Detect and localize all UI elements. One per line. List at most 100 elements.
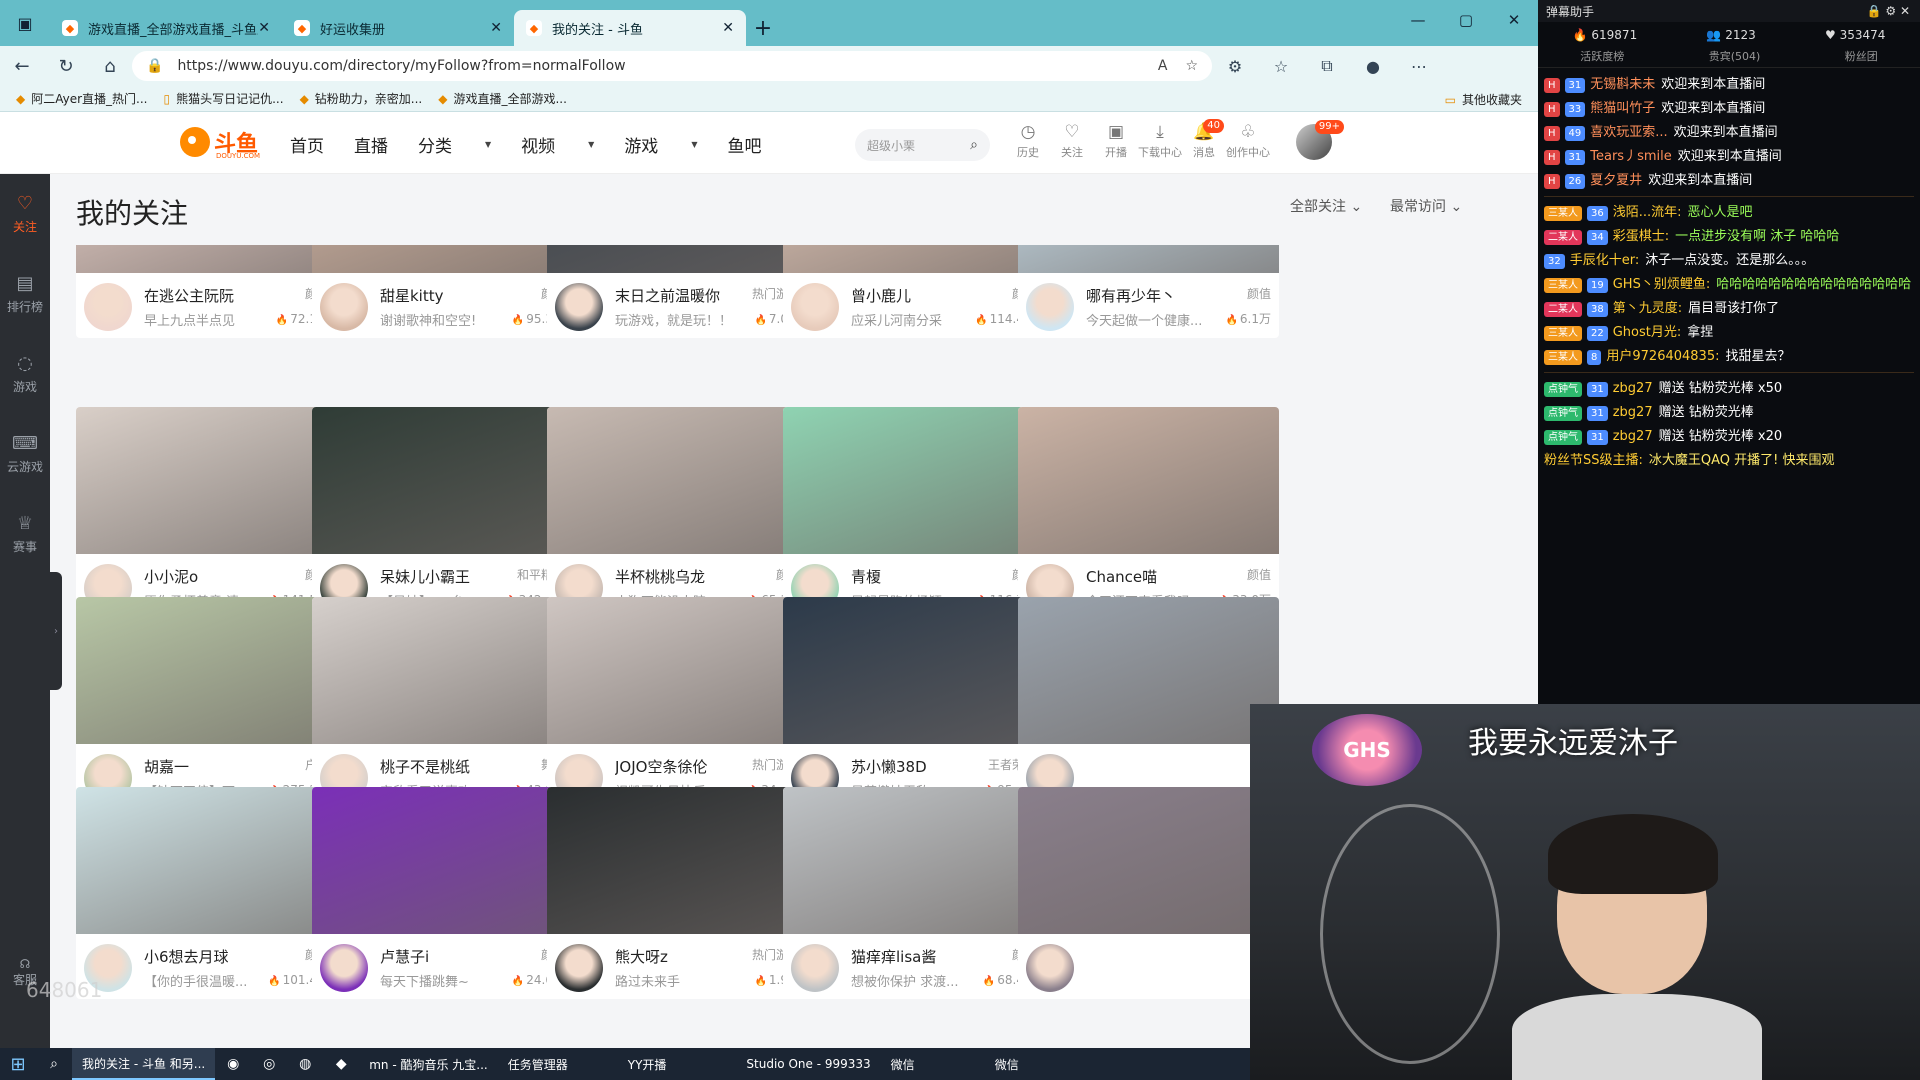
stream-card[interactable]: 末日之前温暖你热门游戏玩游戏，就是玩！！7.0万 bbox=[547, 245, 808, 338]
nav-category[interactable]: 分类 ▼ bbox=[418, 132, 491, 157]
tab-fans[interactable]: 粉丝团 bbox=[1845, 48, 1878, 67]
bookmark-item[interactable]: ▯ 熊猫头写日记记仇... bbox=[164, 90, 284, 107]
stream-thumbnail[interactable] bbox=[312, 407, 573, 554]
creator-button[interactable]: ♧ 创作中心 bbox=[1226, 122, 1270, 160]
streamer-name[interactable]: 末日之前温暖你 bbox=[615, 285, 755, 306]
taskbar-item[interactable]: 我的关注 - 斗鱼 和另... bbox=[72, 1048, 216, 1080]
streamer-name[interactable]: 曾小鹿儿 bbox=[851, 285, 991, 306]
search-input[interactable]: 超级小栗 ⌕ bbox=[855, 129, 990, 161]
url-field[interactable]: 🔒 https://www.douyu.com/directory/myFoll… bbox=[132, 51, 1212, 81]
new-tab-button[interactable]: + bbox=[746, 10, 780, 46]
nav-live[interactable]: 直播 bbox=[354, 132, 388, 157]
close-icon[interactable]: ✕ bbox=[490, 20, 502, 36]
stream-thumbnail[interactable] bbox=[312, 787, 573, 934]
streamer-name[interactable]: 熊大呀z bbox=[615, 946, 755, 967]
stream-thumbnail[interactable] bbox=[783, 245, 1044, 273]
stream-card[interactable]: 青榎颜值早起晨跑的杨颖~116.7万 bbox=[783, 407, 1044, 619]
stream-card[interactable]: 小小泥o颜值愿你勇怀善意 清...141.5万 bbox=[76, 407, 337, 619]
stream-thumbnail[interactable] bbox=[783, 597, 1044, 744]
stream-card[interactable]: 哪有再少年丶 颜值今天起做一个健康... 6.1万 bbox=[1018, 245, 1279, 338]
streamer-avatar[interactable] bbox=[1026, 944, 1074, 992]
sidebar-item-match[interactable]: ♕ 赛事 bbox=[0, 494, 50, 574]
stream-card[interactable]: Chance喵颜值今天还不来看我吗~33.0万 bbox=[1018, 407, 1279, 619]
follow-button[interactable]: ♡ 关注 bbox=[1050, 122, 1094, 160]
maximize-icon[interactable]: ▢ bbox=[1442, 0, 1490, 40]
tab-vip[interactable]: 贵宾(504) bbox=[1709, 48, 1761, 67]
stream-card[interactable]: 胡嘉一户外【钻石四倍】下...275.2万 bbox=[76, 597, 337, 809]
app-icon[interactable]: ◆ bbox=[323, 1056, 359, 1072]
firefox-icon[interactable]: ◍ bbox=[287, 1056, 323, 1072]
stream-thumbnail[interactable] bbox=[783, 407, 1044, 554]
stream-thumbnail[interactable] bbox=[1018, 407, 1279, 554]
search-icon[interactable]: ⌕ bbox=[970, 137, 978, 153]
gear-icon[interactable]: ⚙ bbox=[1885, 4, 1896, 18]
tab-2[interactable]: ◆ 我的关注 - 斗鱼 ✕ bbox=[514, 10, 746, 46]
read-aloud-icon[interactable]: A bbox=[1158, 58, 1168, 74]
taskbar-item[interactable]: Studio One - 999333 bbox=[736, 1048, 880, 1080]
stream-card[interactable] bbox=[1018, 787, 1279, 999]
favorites-icon[interactable]: ☆ bbox=[1258, 57, 1304, 76]
streamer-avatar[interactable] bbox=[791, 944, 839, 992]
taskbar-item[interactable]: 微信 bbox=[985, 1048, 1029, 1080]
stream-card[interactable] bbox=[1018, 597, 1279, 809]
sidebar-item-follow[interactable]: ♡ 关注 bbox=[0, 174, 50, 254]
streamer-name[interactable]: 在逃公主阮阮 bbox=[144, 285, 284, 306]
history-button[interactable]: ◷ 历史 bbox=[1006, 122, 1050, 160]
nav-fishbar[interactable]: 鱼吧 bbox=[727, 132, 761, 157]
download-button[interactable]: ⤓ 下载中心 bbox=[1138, 122, 1182, 160]
streamer-name[interactable]: 哪有再少年丶 bbox=[1086, 285, 1226, 306]
bookmark-item[interactable]: ◆ 游戏直播_全部游戏... bbox=[438, 90, 567, 107]
streamer-avatar[interactable] bbox=[84, 283, 132, 331]
sidebar-item-ranking[interactable]: ▤ 排行榜 bbox=[0, 254, 50, 334]
streamer-name[interactable]: 呆妹儿小霸王 bbox=[380, 566, 520, 587]
streamer-name[interactable]: 卢慧子i bbox=[380, 946, 520, 967]
streamer-name[interactable]: 小6想去月球 bbox=[144, 946, 284, 967]
refresh-icon[interactable]: ↻ bbox=[44, 46, 88, 86]
collections-icon[interactable]: ⧉ bbox=[1304, 56, 1350, 76]
windows-start-icon[interactable]: ⊞ bbox=[0, 1054, 36, 1075]
filter-most-visited[interactable]: 最常访问 ⌄ bbox=[1390, 196, 1462, 216]
streamer-name[interactable]: Chance喵 bbox=[1086, 566, 1226, 587]
search-icon[interactable]: ⌕ bbox=[36, 1056, 72, 1072]
sidebar-item-game[interactable]: ◌ 游戏 bbox=[0, 334, 50, 414]
streamer-name[interactable]: 猫痒痒lisa酱 bbox=[851, 946, 991, 967]
stream-card[interactable]: 桃子不是桃纸舞蹈安欣看了说喜欢43.9万 bbox=[312, 597, 573, 809]
stream-card[interactable]: 卢慧子i颜值每天下播跳舞~24.6万 bbox=[312, 787, 573, 999]
stream-card[interactable]: 曾小鹿儿颜值应采儿河南分采114.4万 bbox=[783, 245, 1044, 338]
favorite-add-icon[interactable]: ☆ bbox=[1185, 58, 1198, 74]
stream-thumbnail[interactable] bbox=[312, 597, 573, 744]
back-icon[interactable]: ← bbox=[0, 46, 44, 86]
stream-card[interactable]: 猫痒痒lisa酱颜值想被你保护 求渡...68.4万 bbox=[783, 787, 1044, 999]
avatar[interactable]: 99+ bbox=[1296, 120, 1344, 160]
streamer-name[interactable]: 半杯桃桃乌龙 bbox=[615, 566, 755, 587]
nav-home[interactable]: 首页 bbox=[290, 132, 324, 157]
more-icon[interactable]: ⋯ bbox=[1396, 57, 1442, 76]
filter-all-follow[interactable]: 全部关注 ⌄ bbox=[1290, 196, 1362, 216]
streamer-name[interactable]: 胡嘉一 bbox=[144, 756, 284, 777]
stream-card[interactable]: 呆妹儿小霸王和平精英【呆妹】：二台...342.4万 bbox=[312, 407, 573, 619]
taskbar-item[interactable]: YY开播 bbox=[618, 1048, 677, 1080]
close-window-icon[interactable]: ✕ bbox=[1490, 0, 1538, 40]
stream-card[interactable]: 小6想去月球颜值【你的手很温暖...101.4万 bbox=[76, 787, 337, 999]
streamer-avatar[interactable] bbox=[555, 283, 603, 331]
douyu-logo[interactable]: 斗鱼 DOUYU.COM bbox=[180, 126, 260, 160]
stream-card[interactable]: 半杯桃桃乌龙颜值小狗不能没人陪...65.1万 bbox=[547, 407, 808, 619]
lock-icon[interactable]: 🔒 bbox=[1867, 4, 1882, 18]
bookmark-item[interactable]: ◆ 阿二Ayer直播_热门... bbox=[16, 90, 148, 107]
broadcast-button[interactable]: ▣ 开播 bbox=[1094, 122, 1138, 160]
stream-card[interactable]: JOJO空条徐伦热门游戏祝凯哥生日快乐~...34.4万 bbox=[547, 597, 808, 809]
message-button[interactable]: 🔔 消息 40 bbox=[1182, 119, 1226, 160]
minimize-icon[interactable]: — bbox=[1394, 0, 1442, 40]
streamer-name[interactable]: 甜星kitty bbox=[380, 285, 520, 306]
streamer-avatar[interactable] bbox=[320, 283, 368, 331]
stream-thumbnail[interactable] bbox=[1018, 597, 1279, 744]
chrome-icon[interactable]: ◎ bbox=[251, 1056, 287, 1072]
streamer-avatar[interactable] bbox=[1026, 283, 1074, 331]
stream-card[interactable]: 在逃公主阮阮颜值早上九点半点见72.1万 bbox=[76, 245, 337, 338]
stream-thumbnail[interactable] bbox=[76, 245, 337, 273]
tab-0[interactable]: ◆ 游戏直播_全部游戏直播_斗鱼直播 ✕ bbox=[50, 10, 282, 46]
sidebar-collapse-button[interactable]: › bbox=[50, 572, 62, 690]
stream-thumbnail[interactable] bbox=[76, 787, 337, 934]
other-bookmarks[interactable]: ▭ 其他收藏夹 bbox=[1445, 91, 1522, 108]
stream-card[interactable]: 甜星kitty颜值谢谢歌神和空空!95.3万 bbox=[312, 245, 573, 338]
